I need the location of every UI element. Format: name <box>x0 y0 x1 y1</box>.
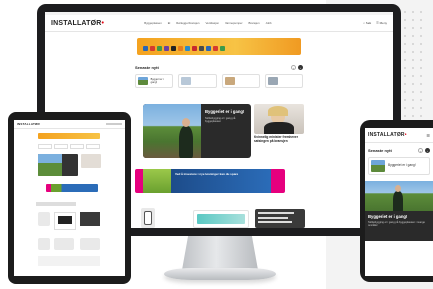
site-header: INSTALLATØR• Byggeplassen El Rørleggerbr… <box>45 15 393 31</box>
monitor-base <box>164 268 276 280</box>
tablet-ad[interactable] <box>46 184 98 192</box>
bottom-card-doc[interactable] <box>193 210 249 228</box>
search-link[interactable]: ⌕ Søk <box>363 21 371 25</box>
phone-prev-button[interactable]: ‹ <box>418 148 423 153</box>
hero-subtitle: Stöttebygging er i gang på byggeplassen <box>205 116 236 123</box>
mid-banner-ad[interactable]: Ved å investere i nye løsninger kan du s… <box>135 169 285 193</box>
next-button[interactable]: › <box>298 65 303 70</box>
tablet-header: INSTALLATØR <box>14 120 125 128</box>
side-title: Kvinnelig minister fremhever satsingen p… <box>254 135 298 143</box>
banner-icons <box>143 46 225 51</box>
tablet-screen: INSTALLATØR <box>14 120 125 276</box>
tablet-side-image[interactable] <box>81 154 101 168</box>
tablet-card[interactable] <box>54 212 76 230</box>
news-card[interactable] <box>221 74 260 88</box>
tablet-banner[interactable] <box>38 133 100 139</box>
menu-icon[interactable]: ☰ <box>426 133 430 138</box>
tablet-card[interactable] <box>80 212 100 226</box>
nav-item[interactable]: Rørleggerbransjen <box>176 21 199 25</box>
phone-news-card[interactable]: Byggeriet er i gang! <box>368 157 430 175</box>
hero-article[interactable]: Byggeriet er i gang! Stöttebygging er i … <box>143 104 251 158</box>
news-card[interactable] <box>178 74 217 88</box>
tablet-footer <box>38 256 100 266</box>
bottom-card-phone[interactable] <box>141 208 155 228</box>
nav-item[interactable]: Ventilasjon <box>205 21 219 25</box>
phone-header: INSTALLATØR• ☰ <box>365 128 433 142</box>
nav-item[interactable]: Byggeplassen <box>144 21 162 25</box>
news-card[interactable] <box>264 74 303 88</box>
tablet-text-line <box>36 202 76 206</box>
top-banner-ad[interactable] <box>137 38 301 55</box>
news-cards: Byggeri er i gang! <box>135 74 303 88</box>
bottom-card-dark[interactable] <box>255 209 305 228</box>
person-head <box>182 118 190 127</box>
menu-link[interactable]: ☰ Meny <box>376 21 387 25</box>
side-article[interactable]: Kvinnelig minister fremhever satsingen p… <box>254 104 304 143</box>
phone-logo[interactable]: INSTALLATØR• <box>368 132 407 138</box>
prev-button[interactable]: ‹ <box>291 65 296 70</box>
tablet-card[interactable] <box>38 212 50 226</box>
tablet-device: INSTALLATØR <box>8 112 131 284</box>
section-title: Senaste nytt <box>135 65 159 70</box>
hero-title: Byggeriet er i gang! <box>205 109 245 114</box>
phone-section-title: Senaste nytt <box>368 148 392 153</box>
phone-hero[interactable]: Byggeriet er i gang! Stöttebygging er i … <box>365 181 433 241</box>
tablet-card[interactable] <box>80 238 100 250</box>
tablet-hero[interactable] <box>38 154 78 176</box>
tablet-card[interactable] <box>38 238 50 250</box>
nav-item[interactable]: Varmepumper <box>225 21 243 25</box>
side-image <box>254 104 304 134</box>
tablet-logo[interactable]: INSTALLATØR <box>17 122 40 126</box>
tablet-cards <box>38 144 125 149</box>
header-tools: ⌕ Søk ☰ Meny <box>363 21 387 25</box>
devices-mockup: INSTALLATØR• Byggeplassen El Rørleggerbr… <box>0 0 433 289</box>
ad-text: Ved å investere i nye løsninger kan du s… <box>171 169 271 193</box>
main-nav: Byggeplassen El Rørleggerbransjen Ventil… <box>144 21 271 25</box>
phone-hero-sub: Stöttebygging er i gang på byggeplassen … <box>368 221 425 228</box>
phone-screen: INSTALLATØR• ☰ Senaste nytt ‹ › Byggerie… <box>365 128 433 276</box>
monitor-stand <box>182 236 258 270</box>
phone-next-button[interactable]: › <box>425 148 430 153</box>
tablet-card[interactable] <box>54 238 74 250</box>
site-logo[interactable]: INSTALLATØR• <box>51 20 104 27</box>
phone-hero-title: Byggeriet er i gang! <box>368 214 408 219</box>
nav-item[interactable]: Bransjen <box>249 21 260 25</box>
phone-device: INSTALLATØR• ☰ Senaste nytt ‹ › Byggerie… <box>360 120 433 282</box>
nav-item[interactable]: Jobb <box>266 21 272 25</box>
news-card[interactable]: Byggeri er i gang! <box>135 74 174 88</box>
person-figure <box>179 126 193 158</box>
nav-item[interactable]: El <box>168 21 171 25</box>
